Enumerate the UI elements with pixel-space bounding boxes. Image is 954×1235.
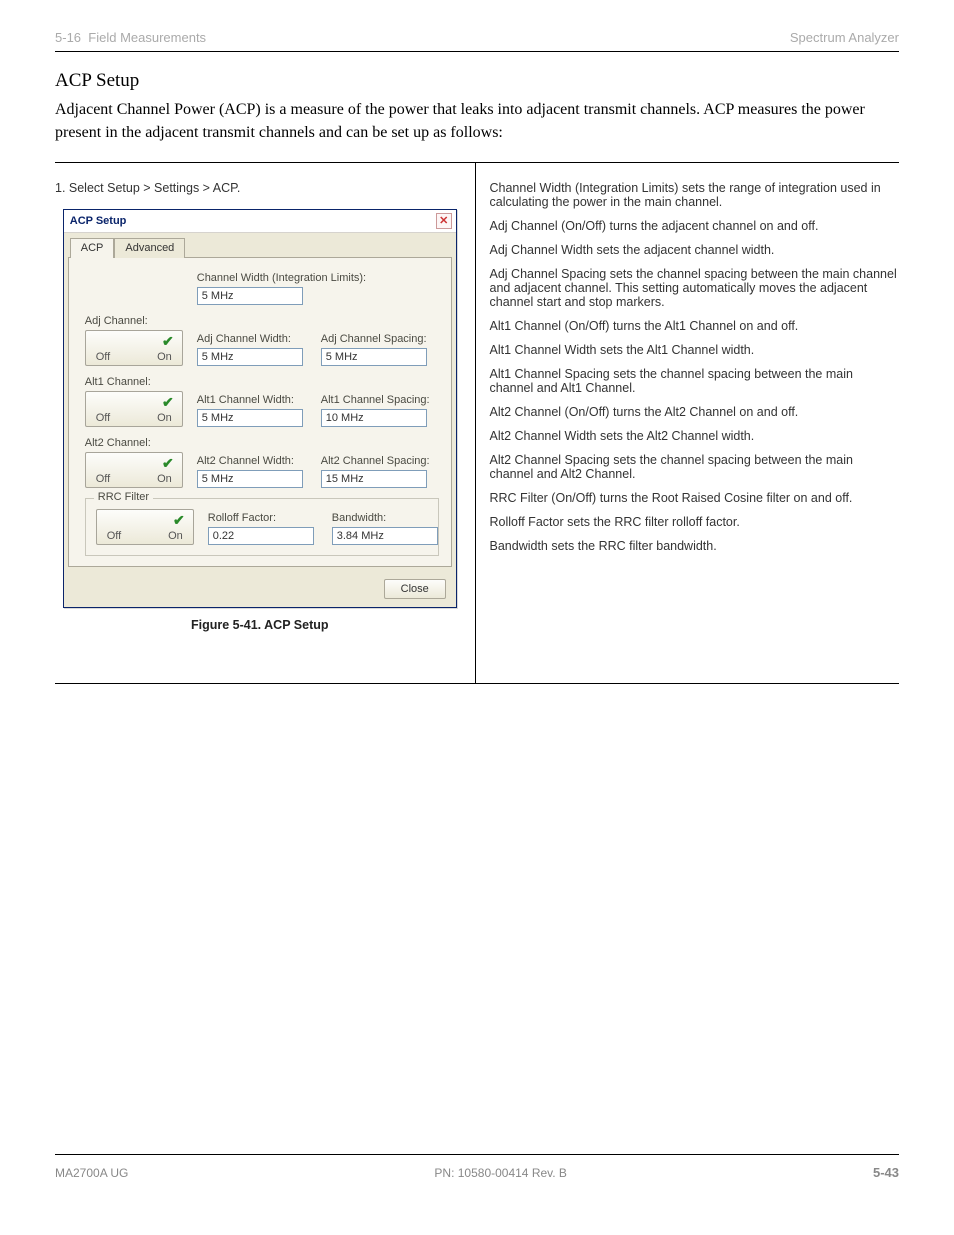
adj-channel-spacing-label: Adj Channel Spacing: <box>321 333 427 345</box>
acp-setup-dialog: ACP Setup ✕ ACP Advanced Channel Width (… <box>63 209 457 608</box>
description-column: Channel Width (Integration Limits) sets … <box>476 163 900 683</box>
bandwidth-label: Bandwidth: <box>332 512 438 524</box>
desc-item: Adj Channel Width sets the adjacent chan… <box>490 243 900 257</box>
alt1-channel-width-input[interactable] <box>197 409 303 427</box>
footer-page: 5-43 <box>873 1165 899 1180</box>
alt1-channel-spacing-input[interactable] <box>321 409 427 427</box>
alt2-channel-width-label: Alt2 Channel Width: <box>197 455 303 467</box>
rolloff-input[interactable] <box>208 527 314 545</box>
desc-item: Alt2 Channel Width sets the Alt2 Channel… <box>490 429 900 443</box>
toggle-on-label: On <box>157 473 172 485</box>
close-icon[interactable]: ✕ <box>436 213 452 229</box>
adj-channel-label: Adj Channel: <box>85 315 197 327</box>
tab-acp[interactable]: ACP <box>70 238 115 258</box>
toggle-off-label: Off <box>107 530 121 542</box>
adj-channel-width-input[interactable] <box>197 348 303 366</box>
channel-width-input[interactable] <box>197 287 303 305</box>
footer-pn: PN: 10580-00414 Rev. B <box>434 1166 567 1180</box>
header-rule <box>55 51 899 52</box>
desc-item: Alt1 Channel Spacing sets the channel sp… <box>490 367 900 395</box>
alt2-channel-spacing-label: Alt2 Channel Spacing: <box>321 455 430 467</box>
adj-channel-toggle[interactable]: ✔ Off On <box>85 330 183 366</box>
page-footer: MA2700A UG PN: 10580-00414 Rev. B 5-43 <box>55 1154 899 1180</box>
desc-item: Rolloff Factor sets the RRC filter rollo… <box>490 515 900 529</box>
desc-item: RRC Filter (On/Off) turns the Root Raise… <box>490 491 900 505</box>
dialog-titlebar: ACP Setup ✕ <box>64 210 456 233</box>
section-body: Adjacent Channel Power (ACP) is a measur… <box>55 98 899 144</box>
rolloff-label: Rolloff Factor: <box>208 512 314 524</box>
desc-item: Alt2 Channel Spacing sets the channel sp… <box>490 453 900 481</box>
alt1-channel-spacing-label: Alt1 Channel Spacing: <box>321 394 430 406</box>
adj-channel-width-label: Adj Channel Width: <box>197 333 303 345</box>
alt1-channel-toggle[interactable]: ✔ Off On <box>85 391 183 427</box>
check-icon: ✔ <box>162 455 174 472</box>
desc-item: Adj Channel Spacing sets the channel spa… <box>490 267 900 309</box>
channel-width-label: Channel Width (Integration Limits): <box>197 272 366 284</box>
dialog-title: ACP Setup <box>70 215 127 227</box>
close-button[interactable]: Close <box>384 579 446 599</box>
figure-caption: Figure 5-41. ACP Setup <box>55 618 465 632</box>
alt2-channel-toggle[interactable]: ✔ Off On <box>85 452 183 488</box>
alt2-channel-label: Alt2 Channel: <box>85 437 197 449</box>
adj-channel-spacing-input[interactable] <box>321 348 427 366</box>
rrc-filter-toggle[interactable]: ✔ Off On <box>96 509 194 545</box>
tab-advanced[interactable]: Advanced <box>114 238 185 258</box>
alt2-channel-width-input[interactable] <box>197 470 303 488</box>
footer-doc: MA2700A UG <box>55 1166 128 1180</box>
check-icon: ✔ <box>162 394 174 411</box>
check-icon: ✔ <box>162 333 174 350</box>
alt1-channel-label: Alt1 Channel: <box>85 376 197 388</box>
alt2-channel-spacing-input[interactable] <box>321 470 427 488</box>
toggle-off-label: Off <box>96 473 110 485</box>
desc-item: Alt1 Channel Width sets the Alt1 Channel… <box>490 343 900 357</box>
toggle-on-label: On <box>168 530 183 542</box>
rrc-filter-legend: RRC Filter <box>94 491 153 503</box>
rrc-filter-group: RRC Filter ✔ Off On Rolloff Factor: <box>85 498 439 556</box>
toggle-off-label: Off <box>96 412 110 424</box>
desc-item: Bandwidth sets the RRC filter bandwidth. <box>490 539 900 553</box>
section-title: ACP Setup <box>55 70 899 92</box>
two-column-layout: 1. Select Setup > Settings > ACP. ACP Se… <box>55 162 899 684</box>
desc-item: Alt2 Channel (On/Off) turns the Alt2 Cha… <box>490 405 900 419</box>
alt1-channel-width-label: Alt1 Channel Width: <box>197 394 303 406</box>
toggle-on-label: On <box>157 351 172 363</box>
desc-item: Channel Width (Integration Limits) sets … <box>490 181 900 209</box>
chapter-title: Spectrum Analyzer <box>790 30 899 45</box>
toggle-on-label: On <box>157 412 172 424</box>
step-text: 1. Select Setup > Settings > ACP. <box>55 181 465 195</box>
check-icon: ✔ <box>173 512 185 529</box>
section-ref: 5-16 Field Measurements <box>55 30 206 45</box>
desc-item: Adj Channel (On/Off) turns the adjacent … <box>490 219 900 233</box>
bandwidth-input[interactable] <box>332 527 438 545</box>
toggle-off-label: Off <box>96 351 110 363</box>
tab-panel: Channel Width (Integration Limits): Adj … <box>68 257 452 567</box>
desc-item: Alt1 Channel (On/Off) turns the Alt1 Cha… <box>490 319 900 333</box>
